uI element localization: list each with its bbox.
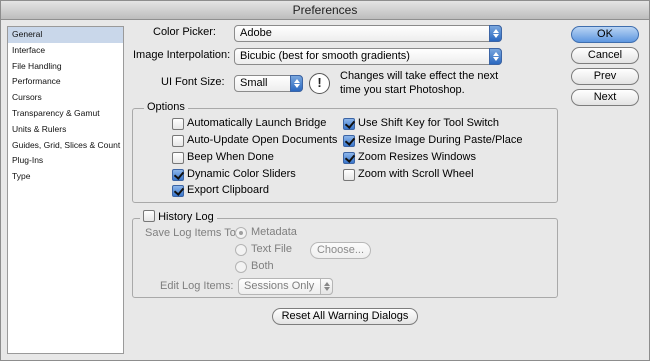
preferences-window: Preferences General Interface File Handl…: [0, 0, 650, 361]
both-radio-label: Both: [251, 260, 274, 272]
edit-log-items-value: Sessions Only: [244, 280, 315, 292]
dynamic-color-sliders-checkbox[interactable]: [172, 169, 184, 181]
reset-all-warning-dialogs-button[interactable]: Reset All Warning Dialogs: [272, 308, 418, 325]
automatically-launch-bridge-checkbox[interactable]: [172, 118, 184, 130]
use-shift-key-checkbox[interactable]: [343, 118, 355, 130]
options-group-title: Options: [144, 101, 188, 113]
window-title: Preferences: [1, 1, 649, 20]
automatically-launch-bridge-label: Automatically Launch Bridge: [187, 117, 327, 129]
beep-when-done-checkbox[interactable]: [172, 152, 184, 164]
ui-font-size-label: UI Font Size:: [161, 76, 225, 88]
color-picker-label: Color Picker:: [153, 26, 216, 38]
color-picker-value: Adobe: [240, 27, 272, 39]
popup-arrows-icon: [489, 25, 502, 42]
export-clipboard-label: Export Clipboard: [187, 184, 269, 196]
sidebar-item-general[interactable]: General: [8, 27, 123, 43]
category-list[interactable]: General Interface File Handling Performa…: [7, 26, 124, 354]
sidebar-item-type[interactable]: Type: [8, 169, 123, 185]
export-clipboard-checkbox[interactable]: [172, 185, 184, 197]
sidebar-item-units-rulers[interactable]: Units & Rulers: [8, 122, 123, 138]
auto-update-open-documents-checkbox[interactable]: [172, 135, 184, 147]
image-interpolation-select[interactable]: Bicubic (best for smooth gradients): [234, 48, 502, 65]
font-size-note-line1: Changes will take effect the next: [340, 70, 499, 82]
popup-arrows-icon: [290, 75, 303, 92]
sidebar-item-performance[interactable]: Performance: [8, 74, 123, 90]
resize-image-paste-place-label: Resize Image During Paste/Place: [358, 134, 523, 146]
sidebar-item-cursors[interactable]: Cursors: [8, 90, 123, 106]
next-button[interactable]: Next: [571, 89, 639, 106]
save-log-items-label: Save Log Items To:: [145, 227, 239, 239]
ok-button[interactable]: OK: [571, 26, 639, 43]
zoom-with-scroll-wheel-checkbox[interactable]: [343, 169, 355, 181]
text-file-radio-label: Text File: [251, 243, 292, 255]
beep-when-done-label: Beep When Done: [187, 151, 274, 163]
sidebar-item-plug-ins[interactable]: Plug-Ins: [8, 153, 123, 169]
popup-arrows-icon: [489, 48, 502, 65]
dynamic-color-sliders-label: Dynamic Color Sliders: [187, 168, 296, 180]
sidebar-item-file-handling[interactable]: File Handling: [8, 59, 123, 75]
sidebar-item-interface[interactable]: Interface: [8, 43, 123, 59]
resize-image-paste-place-checkbox[interactable]: [343, 135, 355, 147]
text-file-radio[interactable]: [235, 244, 247, 256]
font-size-note-line2: time you start Photoshop.: [340, 84, 465, 96]
both-radio[interactable]: [235, 261, 247, 273]
image-interpolation-label: Image Interpolation:: [133, 49, 231, 61]
zoom-resizes-windows-checkbox[interactable]: [343, 152, 355, 164]
sidebar-item-guides-grid-slices-count[interactable]: Guides, Grid, Slices & Count: [8, 138, 123, 154]
edit-log-items-label: Edit Log Items:: [160, 280, 234, 292]
ui-font-size-value: Small: [240, 77, 268, 89]
alert-icon: !: [309, 73, 330, 94]
edit-log-items-select[interactable]: Sessions Only: [238, 278, 333, 295]
sidebar-item-transparency-gamut[interactable]: Transparency & Gamut: [8, 106, 123, 122]
zoom-with-scroll-wheel-label: Zoom with Scroll Wheel: [358, 168, 474, 180]
metadata-radio-label: Metadata: [251, 226, 297, 238]
cancel-button[interactable]: Cancel: [571, 47, 639, 64]
prev-button[interactable]: Prev: [571, 68, 639, 85]
zoom-resizes-windows-label: Zoom Resizes Windows: [358, 151, 476, 163]
history-log-title: History Log: [158, 211, 214, 223]
color-picker-select[interactable]: Adobe: [234, 25, 502, 42]
ui-font-size-select[interactable]: Small: [234, 75, 303, 92]
history-log-header: History Log: [140, 210, 217, 223]
auto-update-open-documents-label: Auto-Update Open Documents: [187, 134, 338, 146]
metadata-radio[interactable]: [235, 227, 247, 239]
image-interpolation-value: Bicubic (best for smooth gradients): [240, 50, 410, 62]
stepper-arrows-icon: [320, 278, 333, 295]
choose-button[interactable]: Choose...: [310, 242, 371, 259]
history-log-checkbox[interactable]: [143, 210, 155, 222]
use-shift-key-label: Use Shift Key for Tool Switch: [358, 117, 500, 129]
